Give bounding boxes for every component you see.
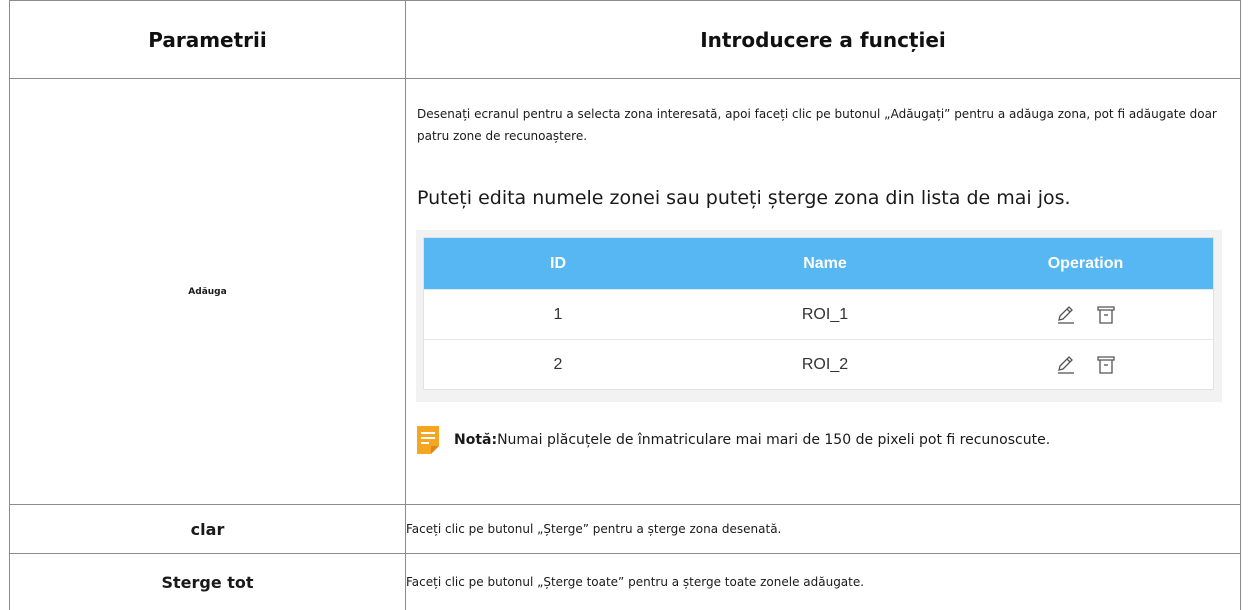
add-description: Desenați ecranul pentru a selecta zona i… <box>417 103 1217 147</box>
edit-icon[interactable] <box>1054 353 1078 377</box>
roi-name: ROI_1 <box>692 306 958 324</box>
table-row: 1 ROI_1 <box>424 289 1213 339</box>
table-row: 2 ROI_2 <box>424 339 1213 389</box>
header-param: Parametrii <box>10 1 406 79</box>
param-clear-all: Sterge tot <box>10 554 406 610</box>
edit-icon[interactable] <box>1054 303 1078 327</box>
note-icon <box>416 425 440 455</box>
add-edit-description: Puteți edita numele zonei sau puteți ște… <box>417 185 1071 211</box>
roi-table-screenshot: ID Name Operation 1 ROI_1 <box>416 230 1222 402</box>
header-row: Parametrii Introducere a funcției <box>10 1 1241 79</box>
note: Notă:Numai plăcuțele de înmatriculare ma… <box>416 425 1050 455</box>
note-text: Numai plăcuțele de înmatriculare mai mar… <box>497 432 1050 448</box>
param-clear: clar <box>10 505 406 554</box>
roi-table: ID Name Operation 1 ROI_1 <box>423 237 1214 390</box>
roi-name: ROI_2 <box>692 356 958 374</box>
roi-col-name: Name <box>692 255 958 273</box>
roi-id: 2 <box>424 356 692 374</box>
desc-clear: Faceți clic pe butonul „Șterge” pentru a… <box>406 505 1241 554</box>
row-clear: clar Faceți clic pe butonul „Șterge” pen… <box>10 505 1241 554</box>
roi-table-header: ID Name Operation <box>424 238 1213 289</box>
desc-clear-all: Faceți clic pe butonul „Șterge toate” pe… <box>406 554 1241 610</box>
row-clear-all: Sterge tot Faceți clic pe butonul „Șterg… <box>10 554 1241 610</box>
parameters-table: Parametrii Introducere a funcției Adăuga… <box>9 0 1241 610</box>
delete-icon[interactable] <box>1094 353 1118 377</box>
row-add: Adăuga Desenați ecranul pentru a selecta… <box>10 79 1241 505</box>
roi-operations <box>958 303 1213 327</box>
roi-col-id: ID <box>424 255 692 273</box>
param-add: Adăuga <box>10 79 406 505</box>
note-label: Notă: <box>454 432 497 448</box>
roi-operations <box>958 353 1213 377</box>
roi-col-operation: Operation <box>958 255 1213 273</box>
intro-add: Desenați ecranul pentru a selecta zona i… <box>406 79 1241 505</box>
delete-icon[interactable] <box>1094 303 1118 327</box>
roi-id: 1 <box>424 306 692 324</box>
header-intro: Introducere a funcției <box>406 1 1241 79</box>
